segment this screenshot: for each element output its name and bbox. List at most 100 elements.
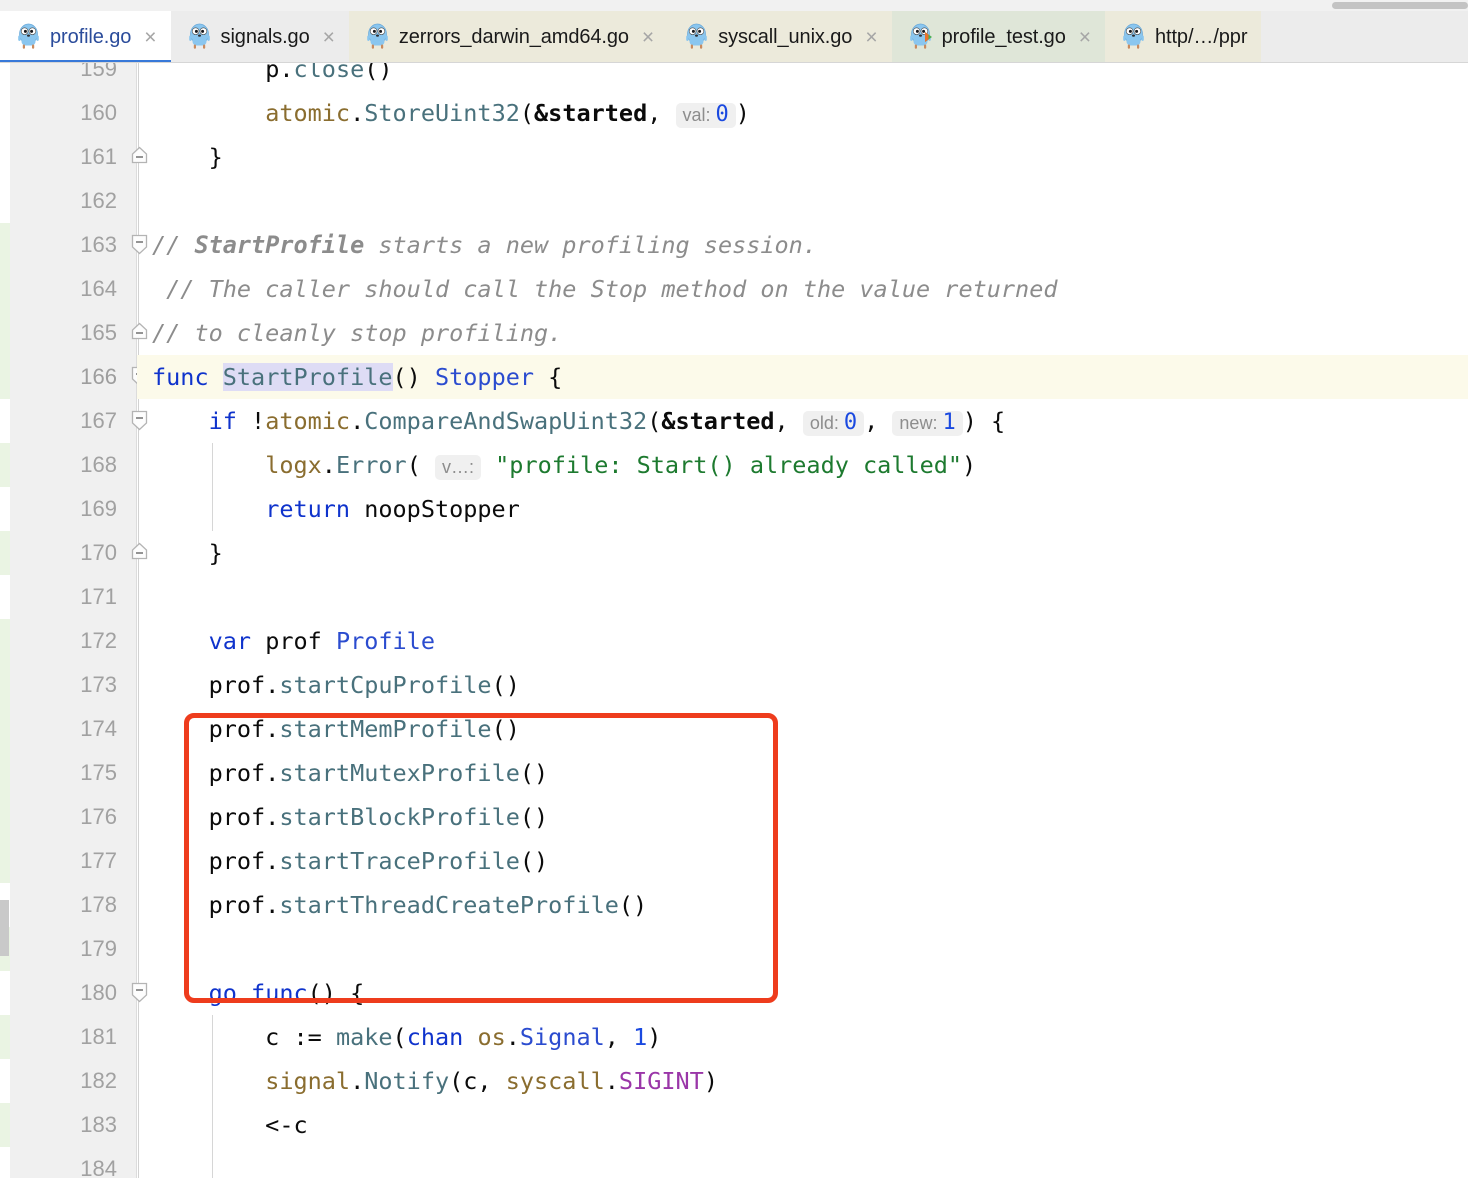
code-editor[interactable]: 159 p.close() 160 atomic.StoreUint32(&sta… (0, 63, 1468, 1178)
tab-label: http/…/ppr (1155, 25, 1248, 48)
code-line-text: var prof Profile (208, 627, 435, 655)
code-line-text: func StartProfile() Stopper { (152, 363, 563, 391)
code-line-163[interactable]: 163 // StartProfile starts a new profilin… (0, 223, 1468, 267)
code-line-text: prof.startMutexProfile() (152, 759, 549, 787)
code-line-174[interactable]: 174 prof.startMemProfile() (0, 707, 1468, 751)
tab-close-icon[interactable]: × (323, 27, 335, 48)
line-number: 160 (80, 100, 117, 125)
code-line-159[interactable]: 159 p.close() (0, 63, 1468, 91)
tab-close-icon[interactable]: × (1079, 27, 1091, 48)
code-line-168[interactable]: 168 logx.Error( v…: "profile: Start() al… (0, 443, 1468, 487)
line-number: 165 (80, 320, 117, 345)
tab-label: signals.go (220, 25, 310, 48)
go-test-file-icon (908, 23, 933, 51)
line-number: 172 (80, 628, 117, 653)
line-number: 170 (80, 540, 117, 565)
code-line-167[interactable]: 167 if !atomic.CompareAndSwapUint32(&sta… (0, 399, 1468, 443)
code-line-180[interactable]: 180 go func() { (0, 971, 1468, 1015)
horizontal-scrollbar[interactable] (0, 0, 1468, 11)
editor-tab-syscall-unix-go[interactable]: syscall_unix.go × (668, 11, 892, 62)
tab-close-icon[interactable]: × (865, 27, 877, 48)
line-number: 184 (80, 1156, 117, 1178)
line-number: 169 (80, 496, 117, 521)
editor-tab-profile-go[interactable]: profile.go × (0, 11, 171, 62)
editor-tab-bar[interactable]: profile.go × signals.go × zerrors_darwin_a… (0, 11, 1468, 63)
editor-tab-zerrors-darwin-amd64-go[interactable]: zerrors_darwin_amd64.go × (348, 11, 669, 62)
line-number: 175 (80, 760, 117, 785)
tab-label: profile_test.go (941, 25, 1066, 48)
line-number: 176 (80, 804, 117, 829)
code-line-text: return noopStopper (265, 495, 520, 523)
line-number: 178 (80, 892, 117, 917)
line-number: 180 (80, 980, 117, 1005)
code-line-183[interactable]: 183 <-c (0, 1103, 1468, 1147)
line-number: 164 (80, 276, 117, 301)
code-line-text: atomic.StoreUint32(&started, val: 0) (265, 99, 750, 128)
code-line-text: if !atomic.CompareAndSwapUint32(&started… (208, 407, 1006, 436)
code-line-178[interactable]: 178 prof.startThreadCreateProfile() (0, 883, 1468, 927)
go-file-icon (1121, 23, 1146, 51)
line-number: 159 (80, 63, 117, 81)
editor-tab-profile-test-go[interactable]: profile_test.go × (891, 11, 1105, 62)
code-line-text: p.close() (265, 63, 393, 83)
code-line-182[interactable]: 182 signal.Notify(c, syscall.SIGINT) (0, 1059, 1468, 1103)
code-line-169[interactable]: 169 return noopStopper (0, 487, 1468, 531)
horizontal-scrollbar-thumb[interactable] (1332, 2, 1468, 9)
code-line-text: // The caller should call the Stop metho… (152, 275, 1058, 303)
line-number: 167 (80, 408, 117, 433)
code-line-text: prof.startTraceProfile() (152, 847, 549, 875)
code-line-text (152, 179, 1468, 223)
code-line-text: prof.startMemProfile() (152, 715, 520, 743)
code-line-161[interactable]: 161 } (0, 135, 1468, 179)
code-line-text: prof.startBlockProfile() (152, 803, 549, 831)
vertical-scrollbar-thumb[interactable] (0, 900, 9, 956)
code-line-text (152, 1147, 1468, 1178)
code-line-text: go func() { (208, 979, 365, 1007)
code-line-170[interactable]: 170 } (0, 531, 1468, 575)
code-line-176[interactable]: 176 prof.startBlockProfile() (0, 795, 1468, 839)
code-line-text: signal.Notify(c, syscall.SIGINT) (265, 1067, 718, 1095)
line-number: 163 (80, 232, 117, 257)
indent-guide (212, 1015, 213, 1178)
editor-tab-http-ppr[interactable]: http/…/ppr (1105, 11, 1262, 62)
code-line-text: } (152, 539, 223, 567)
code-line-175[interactable]: 175 prof.startMutexProfile() (0, 751, 1468, 795)
line-number: 171 (80, 584, 117, 609)
code-line-177[interactable]: 177 prof.startTraceProfile() (0, 839, 1468, 883)
code-line-160[interactable]: 160 atomic.StoreUint32(&started, val: 0) (0, 91, 1468, 135)
code-line-173[interactable]: 173 prof.startCpuProfile() (0, 663, 1468, 707)
indent-guide (212, 443, 213, 531)
go-file-icon (365, 23, 390, 51)
code-line-184[interactable]: 184 (0, 1147, 1468, 1178)
editor-tab-signals-go[interactable]: signals.go × (170, 11, 349, 62)
line-number: 183 (80, 1112, 117, 1137)
code-line-166[interactable]: 166 func StartProfile() Stopper { (0, 355, 1468, 399)
code-line-164[interactable]: 164 // The caller should call the Stop m… (0, 267, 1468, 311)
tab-label: profile.go (50, 25, 132, 48)
code-line-165[interactable]: 165 // to cleanly stop profiling. (0, 311, 1468, 355)
tab-close-icon[interactable]: × (642, 27, 654, 48)
code-line-172[interactable]: 172 var prof Profile (0, 619, 1468, 663)
line-number: 161 (80, 144, 117, 169)
go-file-icon (187, 23, 212, 51)
code-line-179[interactable]: 179 (0, 927, 1468, 971)
line-number: 177 (80, 848, 117, 873)
code-line-181[interactable]: 181 c := make(chan os.Signal, 1) (0, 1015, 1468, 1059)
tab-close-icon[interactable]: × (144, 27, 156, 48)
line-number: 168 (80, 452, 117, 477)
line-number: 162 (80, 188, 117, 213)
code-line-text: } (152, 143, 223, 171)
code-line-171[interactable]: 171 (0, 575, 1468, 619)
code-line-text: c := make(chan os.Signal, 1) (152, 1023, 662, 1051)
line-number: 181 (80, 1024, 117, 1049)
line-number: 179 (80, 936, 117, 961)
code-line-text: <-c (152, 1111, 308, 1139)
code-line-text (152, 927, 1468, 971)
go-file-icon (684, 23, 709, 51)
go-file-icon (16, 23, 41, 51)
code-line-text: prof.startThreadCreateProfile() (152, 891, 648, 919)
tab-label: zerrors_darwin_amd64.go (398, 25, 629, 48)
line-number: 182 (80, 1068, 117, 1093)
tab-label: syscall_unix.go (718, 25, 853, 48)
code-line-162[interactable]: 162 (0, 179, 1468, 223)
